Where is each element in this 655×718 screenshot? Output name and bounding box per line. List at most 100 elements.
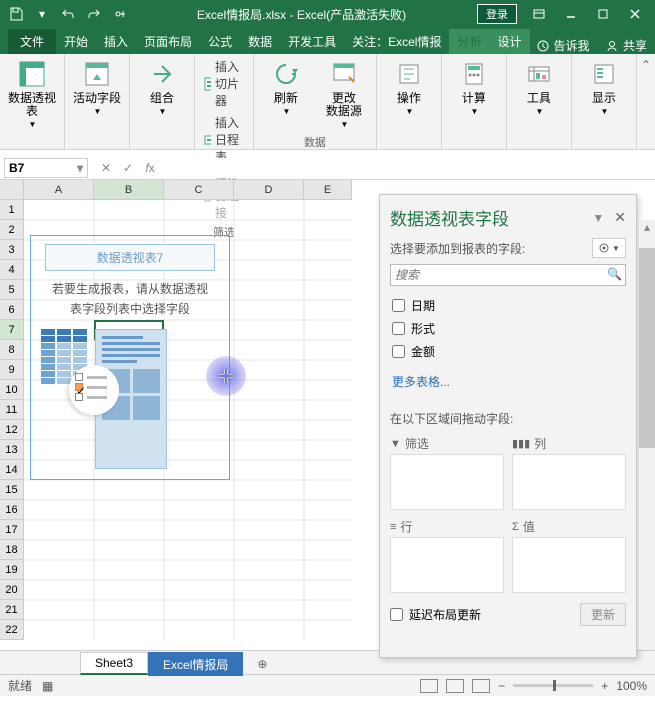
col-header[interactable]: A [24,180,94,200]
row-header[interactable]: 10 [0,380,24,400]
values-drop-area[interactable] [512,537,626,593]
row-header[interactable]: 1 [0,200,24,220]
tab-dev[interactable]: 开发工具 [280,29,344,54]
group-button[interactable]: 组合▼ [134,56,190,120]
row-header[interactable]: 5 [0,280,24,300]
zoom-out-icon[interactable]: − [498,679,505,693]
tab-file[interactable]: 文件 [8,29,56,54]
field-search[interactable]: 🔍 [390,264,626,286]
columns-area-label: ▮▮▮ 列 [512,435,626,452]
sheet-tab-1[interactable]: Sheet3 [80,652,148,675]
macro-record-icon[interactable]: ▦ [42,679,53,693]
touch-mode-icon[interactable] [108,3,132,25]
row-header[interactable]: 18 [0,540,24,560]
refresh-button[interactable]: 刷新▼ [258,56,314,120]
vertical-scrollbar[interactable]: ▴ [638,220,655,650]
row-header[interactable]: 15 [0,480,24,500]
maximize-icon[interactable] [587,3,619,25]
row-header[interactable]: 13 [0,440,24,460]
actions-button[interactable]: 操作▼ [381,56,437,120]
zoom-in-icon[interactable]: + [601,679,608,693]
row-header[interactable]: 9 [0,360,24,380]
qat-dropdown-icon[interactable]: ▾ [30,3,54,25]
tab-layout[interactable]: 页面布局 [136,29,200,54]
undo-icon[interactable] [56,3,80,25]
drag-hint: 在以下区域间拖动字段: [390,410,626,427]
page-break-view-icon[interactable] [472,679,490,693]
login-button[interactable]: 登录 [477,4,517,24]
tab-analyze[interactable]: 分析 [449,29,489,54]
calc-button[interactable]: 计算▼ [446,56,502,120]
show-button[interactable]: 显示▼ [576,56,632,120]
row-header[interactable]: 2 [0,220,24,240]
share-button[interactable]: 共享 [605,37,647,54]
columns-drop-area[interactable] [512,454,626,510]
row-header[interactable]: 19 [0,560,24,580]
field-search-input[interactable] [390,264,626,286]
change-source-button[interactable]: 更改 数据源▼ [316,56,372,133]
tab-design[interactable]: 设计 [489,29,529,54]
minimize-icon[interactable] [555,3,587,25]
field-checkbox-form[interactable]: 形式 [390,317,626,340]
name-box[interactable]: B7▾ [4,158,88,178]
select-all-corner[interactable] [0,180,24,200]
row-header[interactable]: 3 [0,240,24,260]
tab-insert[interactable]: 插入 [96,29,136,54]
row-header[interactable]: 6 [0,300,24,320]
row-header[interactable]: 8 [0,340,24,360]
search-icon[interactable]: 🔍 [607,267,622,281]
collapse-ribbon-icon[interactable]: ⌃ [637,54,655,149]
fx-icon[interactable]: fx [140,158,160,178]
insert-slicer-button[interactable]: 插入切片器 [199,56,249,111]
tab-data[interactable]: 数据 [240,29,280,54]
save-icon[interactable] [4,3,28,25]
tools-icon [523,58,555,90]
zoom-slider[interactable] [513,684,593,687]
field-pane-close-icon[interactable]: ✕ [614,209,626,226]
more-tables-link[interactable]: 更多表格... [390,369,626,394]
close-icon[interactable] [619,3,651,25]
row-header[interactable]: 7 [0,320,24,340]
formula-input[interactable] [164,158,655,178]
row-header[interactable]: 4 [0,260,24,280]
field-checkbox-date[interactable]: 日期 [390,294,626,317]
values-area-label: Σ 值 [512,518,626,535]
col-header[interactable]: B [94,180,164,200]
active-field-button[interactable]: 活动字段▼ [69,56,125,120]
tools-button[interactable]: 工具▼ [511,56,567,120]
row-header[interactable]: 11 [0,400,24,420]
tell-me[interactable]: 告诉我 [536,37,590,54]
row-header[interactable]: 12 [0,420,24,440]
row-header[interactable]: 22 [0,620,24,640]
col-header[interactable]: D [234,180,304,200]
sheet-tab-2[interactable]: Excel情报局 [148,652,243,676]
row-header[interactable]: 16 [0,500,24,520]
row-header[interactable]: 20 [0,580,24,600]
row-header[interactable]: 17 [0,520,24,540]
show-icon [588,58,620,90]
scrollbar-thumb[interactable] [639,248,655,448]
tab-attention[interactable]: 关注：Excel情报 [344,29,449,54]
row-header[interactable]: 14 [0,460,24,480]
zoom-level[interactable]: 100% [616,679,647,693]
add-sheet-button[interactable]: ⊕ [243,654,271,674]
cancel-formula-icon[interactable]: ✕ [96,158,116,178]
page-layout-view-icon[interactable] [446,679,464,693]
normal-view-icon[interactable] [420,679,438,693]
tab-home[interactable]: 开始 [56,29,96,54]
filters-drop-area[interactable] [390,454,504,510]
redo-icon[interactable] [82,3,106,25]
pivottable-button[interactable]: 数据透视 表▼ [4,56,60,133]
field-pane-settings-button[interactable]: ▼ [592,238,626,258]
rows-drop-area[interactable] [390,537,504,593]
tab-formula[interactable]: 公式 [200,29,240,54]
col-header[interactable]: C [164,180,234,200]
ribbon-options-icon[interactable] [523,3,555,25]
accept-formula-icon[interactable]: ✓ [118,158,138,178]
row-header[interactable]: 21 [0,600,24,620]
defer-layout-checkbox[interactable]: 延迟布局更新 [390,606,481,623]
col-header[interactable]: E [304,180,352,200]
field-pane-menu-icon[interactable]: ▼ [592,211,604,225]
field-checkbox-amount[interactable]: 金额 [390,340,626,363]
status-ready: 就绪 [8,677,32,694]
